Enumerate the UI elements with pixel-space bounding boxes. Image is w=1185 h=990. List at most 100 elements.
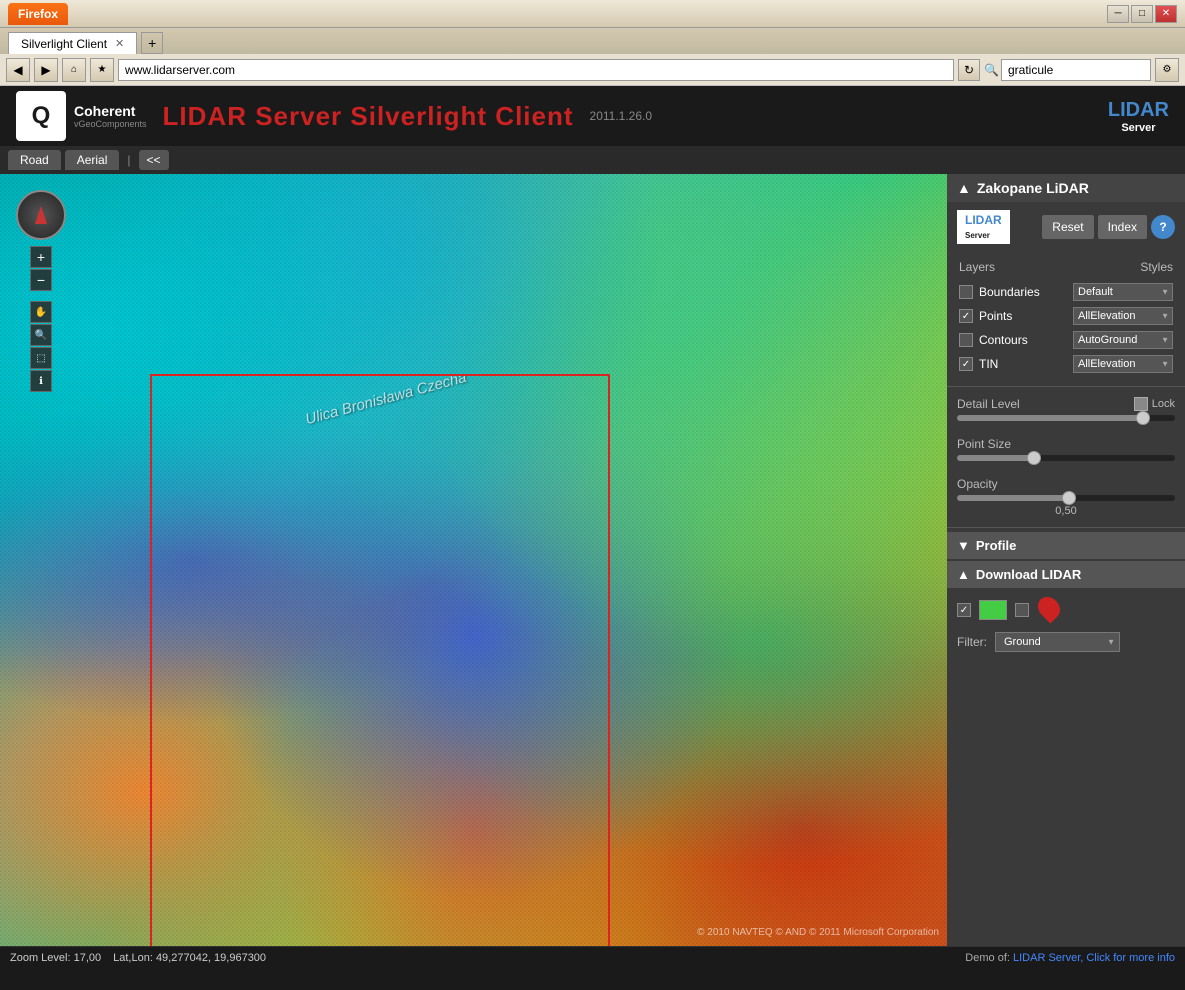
info-tool-button[interactable]: ℹ (30, 370, 52, 392)
layers-table-header: Layers Styles (955, 258, 1177, 276)
points-checkbox[interactable] (959, 309, 973, 323)
lock-label: Lock (1152, 398, 1175, 410)
contours-checkbox[interactable] (959, 333, 973, 347)
back-button[interactable]: ◀ (6, 58, 30, 82)
reset-button[interactable]: Reset (1042, 215, 1093, 239)
maximize-button[interactable]: □ (1131, 5, 1153, 23)
home-button[interactable]: ⌂ (62, 58, 86, 82)
contours-style-select[interactable]: AutoGround (1073, 331, 1173, 349)
refresh-button[interactable]: ↻ (958, 59, 980, 81)
detail-level-slider-fill (957, 415, 1142, 421)
panel-header[interactable]: ▲ Zakopane LiDAR (947, 174, 1185, 202)
profile-label: Profile (976, 538, 1016, 553)
forward-button[interactable]: ▶ (34, 58, 58, 82)
boundaries-style-select[interactable]: Default (1073, 283, 1173, 301)
profile-header[interactable]: ▼ Profile (947, 532, 1185, 559)
coherent-name: Coherent (74, 103, 147, 119)
aerial-tab[interactable]: Aerial (65, 150, 120, 170)
nav-back-button[interactable]: << (139, 150, 169, 170)
point-size-slider-track[interactable] (957, 455, 1175, 461)
download-header[interactable]: ▲ Download LIDAR (947, 561, 1185, 588)
filter-row: Filter: Ground All Low Vegetation Medium… (957, 632, 1175, 652)
help-button[interactable]: ? (1151, 215, 1175, 239)
points-style-select[interactable]: AllElevation (1073, 307, 1173, 325)
tin-checkbox[interactable] (959, 357, 973, 371)
tab-close-icon[interactable]: ✕ (115, 37, 124, 50)
boundaries-label: Boundaries (979, 285, 1067, 299)
map-tool-buttons: ✋ 🔍 ⬚ ℹ (30, 301, 52, 392)
coherent-logo: Q (16, 91, 66, 141)
panel-action-buttons: Reset Index ? (1042, 215, 1175, 239)
browser-tabs: Silverlight Client ✕ + (0, 28, 1185, 54)
zoom-tool-button[interactable]: 🔍 (30, 324, 52, 346)
map-controls: + − ✋ 🔍 ⬚ ℹ (16, 190, 66, 392)
browser-titlebar: Firefox ─ □ ✕ (0, 0, 1185, 28)
search-input[interactable] (1001, 59, 1151, 81)
road-tab[interactable]: Road (8, 150, 61, 170)
map-copyright: © 2010 NAVTEQ © AND © 2011 Microsoft Cor… (697, 927, 939, 938)
points-style-wrapper: AllElevation (1073, 307, 1173, 325)
zoom-out-button[interactable]: − (30, 269, 52, 291)
divider-2 (947, 527, 1185, 528)
opacity-slider-fill (957, 495, 1066, 501)
layer-row-points: Points AllElevation (955, 304, 1177, 328)
close-button[interactable]: ✕ (1155, 5, 1177, 23)
detail-level-label: Detail Level (957, 397, 1020, 411)
lidar-logo-box: LIDARServer (957, 210, 1010, 244)
boundaries-checkbox[interactable] (959, 285, 973, 299)
detail-level-slider-track[interactable] (957, 415, 1175, 421)
compass[interactable] (16, 190, 66, 240)
pan-tool-button[interactable]: ✋ (30, 301, 52, 323)
point-size-label: Point Size (957, 437, 1011, 451)
download-checkbox-1[interactable] (957, 603, 971, 617)
filter-select[interactable]: Ground All Low Vegetation Medium Vegetat… (995, 632, 1120, 652)
download-checkbox-2[interactable] (1015, 603, 1029, 617)
logo-area: Q Coherent vGeoComponents (16, 91, 147, 141)
tin-style-select[interactable]: AllElevation (1073, 355, 1173, 373)
detail-level-label-row: Detail Level Lock (957, 397, 1175, 411)
zoom-in-button[interactable]: + (30, 246, 52, 268)
demo-link[interactable]: LIDAR Server, Click for more info (1013, 952, 1175, 964)
lidar-server-logo: LIDAR Server (1108, 99, 1169, 134)
zoom-level-display: Zoom Level: 17,00 (10, 952, 101, 964)
opacity-slider-thumb[interactable] (1062, 491, 1076, 505)
new-tab-button[interactable]: + (141, 32, 163, 54)
minimize-button[interactable]: ─ (1107, 5, 1129, 23)
settings-button[interactable]: ⚙ (1155, 58, 1179, 82)
layer-row-tin: TIN AllElevation (955, 352, 1177, 376)
select-tool-button[interactable]: ⬚ (30, 347, 52, 369)
lock-checkbox[interactable]: Lock (1134, 397, 1175, 411)
firefox-menu-button[interactable]: Firefox (8, 3, 68, 25)
index-button[interactable]: Index (1098, 215, 1147, 239)
map-canvas[interactable]: Ulica Bronisława Czecha + − ✋ 🔍 ⬚ ℹ (0, 174, 947, 946)
app-area: Q Coherent vGeoComponents LIDAR Server S… (0, 86, 1185, 968)
address-bar-row: ◀ ▶ ⌂ ★ ↻ 🔍 ⚙ (0, 54, 1185, 86)
detail-level-slider-thumb[interactable] (1136, 411, 1150, 425)
active-tab[interactable]: Silverlight Client ✕ (8, 32, 137, 54)
layer-row-contours: Contours AutoGround (955, 328, 1177, 352)
window-controls: ─ □ ✕ (1107, 5, 1177, 23)
main-content: Ulica Bronisława Czecha + − ✋ 🔍 ⬚ ℹ (0, 174, 1185, 946)
layers-table: Layers Styles Boundaries Default (947, 252, 1185, 382)
contours-label: Contours (979, 333, 1067, 347)
tab-title: Silverlight Client (21, 37, 107, 51)
version-badge: 2011.1.26.0 (590, 109, 653, 123)
marker-body (1033, 592, 1064, 623)
lock-cb-box[interactable] (1134, 397, 1148, 411)
point-size-slider-thumb[interactable] (1027, 451, 1041, 465)
opacity-label: Opacity (957, 477, 998, 491)
point-size-section: Point Size (947, 431, 1185, 471)
opacity-slider-track[interactable] (957, 495, 1175, 501)
coherent-sub: vGeoComponents (74, 119, 147, 129)
detail-level-section: Detail Level Lock (947, 391, 1185, 431)
right-panel: ▲ Zakopane LiDAR LIDARServer Reset Index… (947, 174, 1185, 946)
panel-expand-icon: ▲ (957, 180, 971, 196)
bookmarks-button[interactable]: ★ (90, 58, 114, 82)
point-size-label-row: Point Size (957, 437, 1175, 451)
color-swatch[interactable] (979, 600, 1007, 620)
tin-style-wrapper: AllElevation (1073, 355, 1173, 373)
marker-icon[interactable] (1037, 596, 1061, 624)
opacity-section: Opacity 0,50 (947, 471, 1185, 523)
points-label: Points (979, 309, 1067, 323)
address-input[interactable] (118, 59, 954, 81)
